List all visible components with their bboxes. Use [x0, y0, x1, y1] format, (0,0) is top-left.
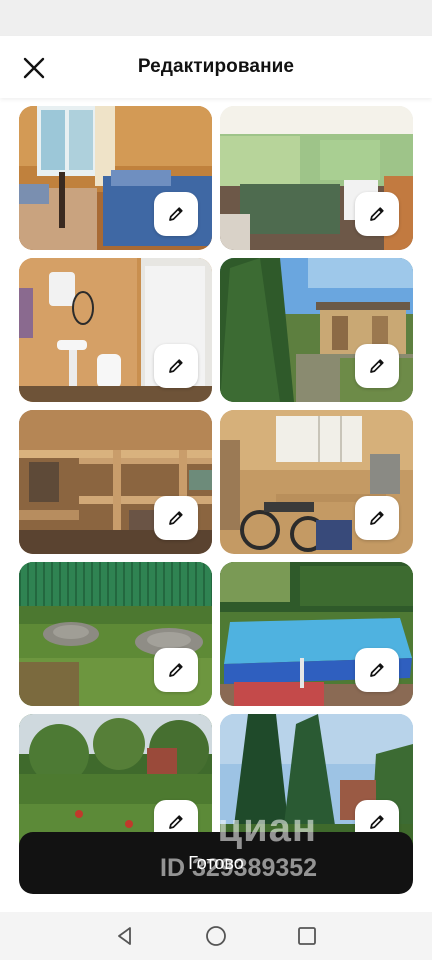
pencil-icon	[169, 663, 183, 677]
nav-recents-button[interactable]	[287, 916, 327, 956]
pencil-icon	[169, 359, 183, 373]
edit-photo-button[interactable]	[154, 648, 198, 692]
pencil-icon	[370, 207, 384, 221]
header: Редактирование	[0, 36, 432, 98]
nav-home-button[interactable]	[196, 916, 236, 956]
photo-tile-kitchen[interactable]	[220, 106, 413, 250]
edit-photo-button[interactable]	[355, 344, 399, 388]
pencil-icon	[370, 815, 384, 829]
system-nav-bar	[0, 912, 432, 960]
pencil-icon	[169, 815, 183, 829]
done-button[interactable]: Готово	[19, 832, 413, 894]
pencil-icon	[370, 663, 384, 677]
photo-tile-workshop-shelves[interactable]	[19, 410, 212, 554]
photo-tile-bathroom[interactable]	[19, 258, 212, 402]
edit-photo-button[interactable]	[355, 192, 399, 236]
pencil-icon	[169, 511, 183, 525]
edit-photo-button[interactable]	[154, 496, 198, 540]
page-title: Редактирование	[137, 56, 295, 77]
nav-back-button[interactable]	[105, 916, 145, 956]
photo-tile-bedroom[interactable]	[19, 106, 212, 250]
pencil-icon	[169, 207, 183, 221]
status-bar	[0, 0, 432, 36]
pencil-icon	[370, 511, 384, 525]
recents-square-icon	[297, 927, 316, 945]
edit-photo-button[interactable]	[154, 344, 198, 388]
edit-photo-button[interactable]	[355, 496, 399, 540]
edit-photo-button[interactable]	[355, 648, 399, 692]
photo-tile-garden-shed[interactable]	[220, 258, 413, 402]
photo-tile-workshop-bicycles[interactable]	[220, 410, 413, 554]
back-triangle-icon	[118, 927, 132, 945]
home-circle-icon	[206, 926, 226, 946]
edit-photo-button[interactable]	[154, 192, 198, 236]
photo-grid	[0, 98, 432, 912]
photo-tile-lawn[interactable]	[19, 562, 212, 706]
photo-tile-pool[interactable]	[220, 562, 413, 706]
pencil-icon	[370, 359, 384, 373]
